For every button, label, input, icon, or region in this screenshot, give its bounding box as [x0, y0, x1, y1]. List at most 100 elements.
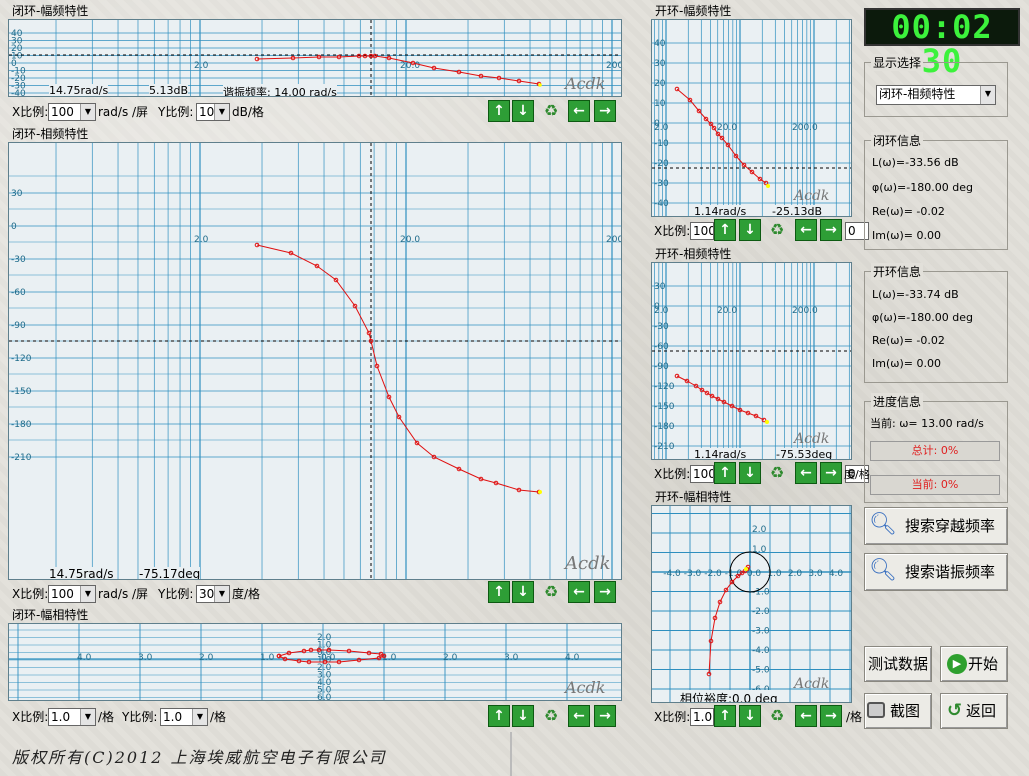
- open-nyquist-curve: [708, 566, 749, 675]
- x-tick-label: 20.0: [717, 306, 737, 316]
- y-tick-label: 30: [654, 59, 666, 69]
- down-arrow-button[interactable]: ↓: [739, 219, 761, 241]
- left-arrow-button[interactable]: ←: [568, 100, 590, 122]
- closed-phase-plot: 30 0 -30 -60 -90 -120 -150 -180 -210 2.0 20.0 200 1…: [8, 142, 622, 580]
- closed-phase-readout-deg: -75.17deg: [139, 567, 201, 580]
- y-tick-label: -90: [11, 321, 26, 331]
- y-tick-label: -210: [11, 453, 32, 463]
- left-arrow-button[interactable]: ←: [795, 705, 817, 727]
- recycle-icon[interactable]: ♻: [766, 462, 788, 484]
- play-icon: ▶: [947, 654, 967, 674]
- left-arrow-button[interactable]: ←: [795, 219, 817, 241]
- x-tick-label: 4.0: [565, 653, 580, 663]
- display-select-title: 显示选择: [871, 54, 924, 71]
- x-tick-label: 4.0: [829, 569, 844, 579]
- right-arrow-button[interactable]: →: [594, 100, 616, 122]
- recycle-icon[interactable]: ♻: [540, 100, 562, 122]
- x-scale-select[interactable]: 1.0: [690, 708, 714, 726]
- x-scale-label: X比例:: [12, 587, 49, 601]
- right-arrow-button[interactable]: →: [820, 219, 842, 241]
- right-arrow-button[interactable]: →: [594, 581, 616, 603]
- y-tick-label: -210: [654, 442, 675, 452]
- right-arrow-button[interactable]: →: [594, 705, 616, 727]
- open-phase-curve: [676, 375, 765, 421]
- y-tick-label: -90: [654, 362, 669, 372]
- y-scale-label: Y比例:: [122, 710, 158, 724]
- open-phase-title: 开环-相频特性: [655, 247, 732, 261]
- open-L: L(ω)=-33.74 dB: [872, 288, 959, 301]
- search-resonance-button[interactable]: 🔍︎ 搜索谐振频率: [864, 553, 1008, 591]
- back-arrow-icon: ↺: [947, 700, 963, 721]
- down-arrow-button[interactable]: ↓: [739, 705, 761, 727]
- back-button[interactable]: ↺ 返回: [940, 693, 1008, 729]
- open-im: Im(ω)= 0.00: [872, 357, 941, 370]
- up-arrow-button[interactable]: ↑: [714, 462, 736, 484]
- open-mag-title: 开环-幅频特性: [655, 4, 732, 18]
- y-scale-select[interactable]: 30 ▼: [196, 585, 230, 603]
- up-arrow-button[interactable]: ↑: [488, 581, 510, 603]
- start-button[interactable]: ▶ 开始: [940, 646, 1008, 682]
- x-tick-label: 200: [606, 235, 622, 245]
- right-arrow-button[interactable]: →: [820, 462, 842, 484]
- x-tick-label: 4.0: [77, 653, 92, 663]
- brand-watermark: Acdk: [794, 676, 830, 692]
- y-scale-select[interactable]: 10 ▼: [196, 103, 230, 121]
- recycle-icon[interactable]: ♻: [540, 705, 562, 727]
- closed-nyquist-plot: 4.0 3.0 2.0 1.0 0.0 1.0 2.0 3.0 4.0 2.0 1.0 0.0 1.0 2…: [8, 623, 622, 701]
- y-unit-label: dB/格: [232, 105, 264, 119]
- open-re: Re(ω)= -0.02: [872, 334, 945, 347]
- screenshot-button[interactable]: 截图: [864, 693, 932, 729]
- y-tick-label: -180: [654, 422, 675, 432]
- down-arrow-button[interactable]: ↓: [512, 705, 534, 727]
- open-phase-readout-deg: -75.53deg: [776, 448, 833, 460]
- progress-current-bar: 当前: 0%: [870, 475, 1000, 495]
- x-scale-label: X比例:: [654, 710, 691, 724]
- x-tick-label: 2.0: [194, 61, 209, 71]
- y-tick-label: -120: [11, 354, 32, 364]
- x-tick-label: 200: [606, 61, 622, 71]
- brand-watermark: Acdk: [565, 553, 611, 574]
- down-arrow-button[interactable]: ↓: [512, 100, 534, 122]
- search-crossover-button[interactable]: 🔍︎ 搜索穿越频率: [864, 507, 1008, 545]
- y-tick-label: 20: [654, 79, 666, 89]
- test-data-button[interactable]: 测试数据: [864, 646, 932, 682]
- brand-watermark: Acdk: [565, 678, 606, 697]
- down-arrow-button[interactable]: ↓: [512, 581, 534, 603]
- y-scale-select[interactable]: 1.0 ▼: [160, 708, 208, 726]
- left-arrow-button[interactable]: ←: [568, 705, 590, 727]
- x-tick-label: -4.0: [663, 569, 681, 579]
- x-scale-select[interactable]: 1.0 ▼: [48, 708, 96, 726]
- left-arrow-button[interactable]: ←: [568, 581, 590, 603]
- y-unit-label: /格: [846, 710, 863, 724]
- x-tick-label: 2.0: [654, 123, 669, 133]
- closed-nyquist-title: 闭环-幅相特性: [12, 608, 89, 622]
- x-scale-select[interactable]: 100: [690, 222, 714, 240]
- up-arrow-button[interactable]: ↑: [488, 705, 510, 727]
- y-tick-label: -2.0: [752, 607, 770, 617]
- open-info-title: 开环信息: [871, 263, 924, 280]
- up-arrow-button[interactable]: ↑: [714, 705, 736, 727]
- x-scale-select[interactable]: 100 ▼: [48, 103, 96, 121]
- up-arrow-button[interactable]: ↑: [714, 219, 736, 241]
- left-arrow-button[interactable]: ←: [795, 462, 817, 484]
- display-select[interactable]: 闭环-相频特性 ▼: [876, 85, 996, 105]
- recycle-icon[interactable]: ♻: [766, 219, 788, 241]
- x-scale-select[interactable]: 100 ▼: [48, 585, 96, 603]
- progress-current-omega: 当前: ω= 13.00 rad/s: [870, 417, 984, 430]
- up-arrow-button[interactable]: ↑: [488, 100, 510, 122]
- y-tick-label: 2.0: [752, 525, 767, 535]
- open-nyquist-title: 开环-幅相特性: [655, 490, 732, 504]
- recycle-icon[interactable]: ♻: [540, 581, 562, 603]
- x-tick-label: 200.0: [792, 123, 818, 133]
- right-arrow-button[interactable]: →: [820, 705, 842, 727]
- recycle-icon[interactable]: ♻: [766, 705, 788, 727]
- x-tick-label: 200.0: [792, 306, 818, 316]
- timer-display: 00:02 30: [864, 8, 1020, 78]
- x-scale-select[interactable]: 100: [690, 465, 714, 483]
- status-divider: [510, 732, 512, 776]
- closed-mag-plot: 40 30 20 10 0 -10 -20 -30 -40 2.0 20.0 200 14.75rad…: [8, 19, 622, 97]
- y-tick-label: -10: [654, 139, 669, 149]
- down-arrow-button[interactable]: ↓: [739, 462, 761, 484]
- y-tick-label: -60: [11, 288, 26, 298]
- y-tick-label: -30: [654, 322, 669, 332]
